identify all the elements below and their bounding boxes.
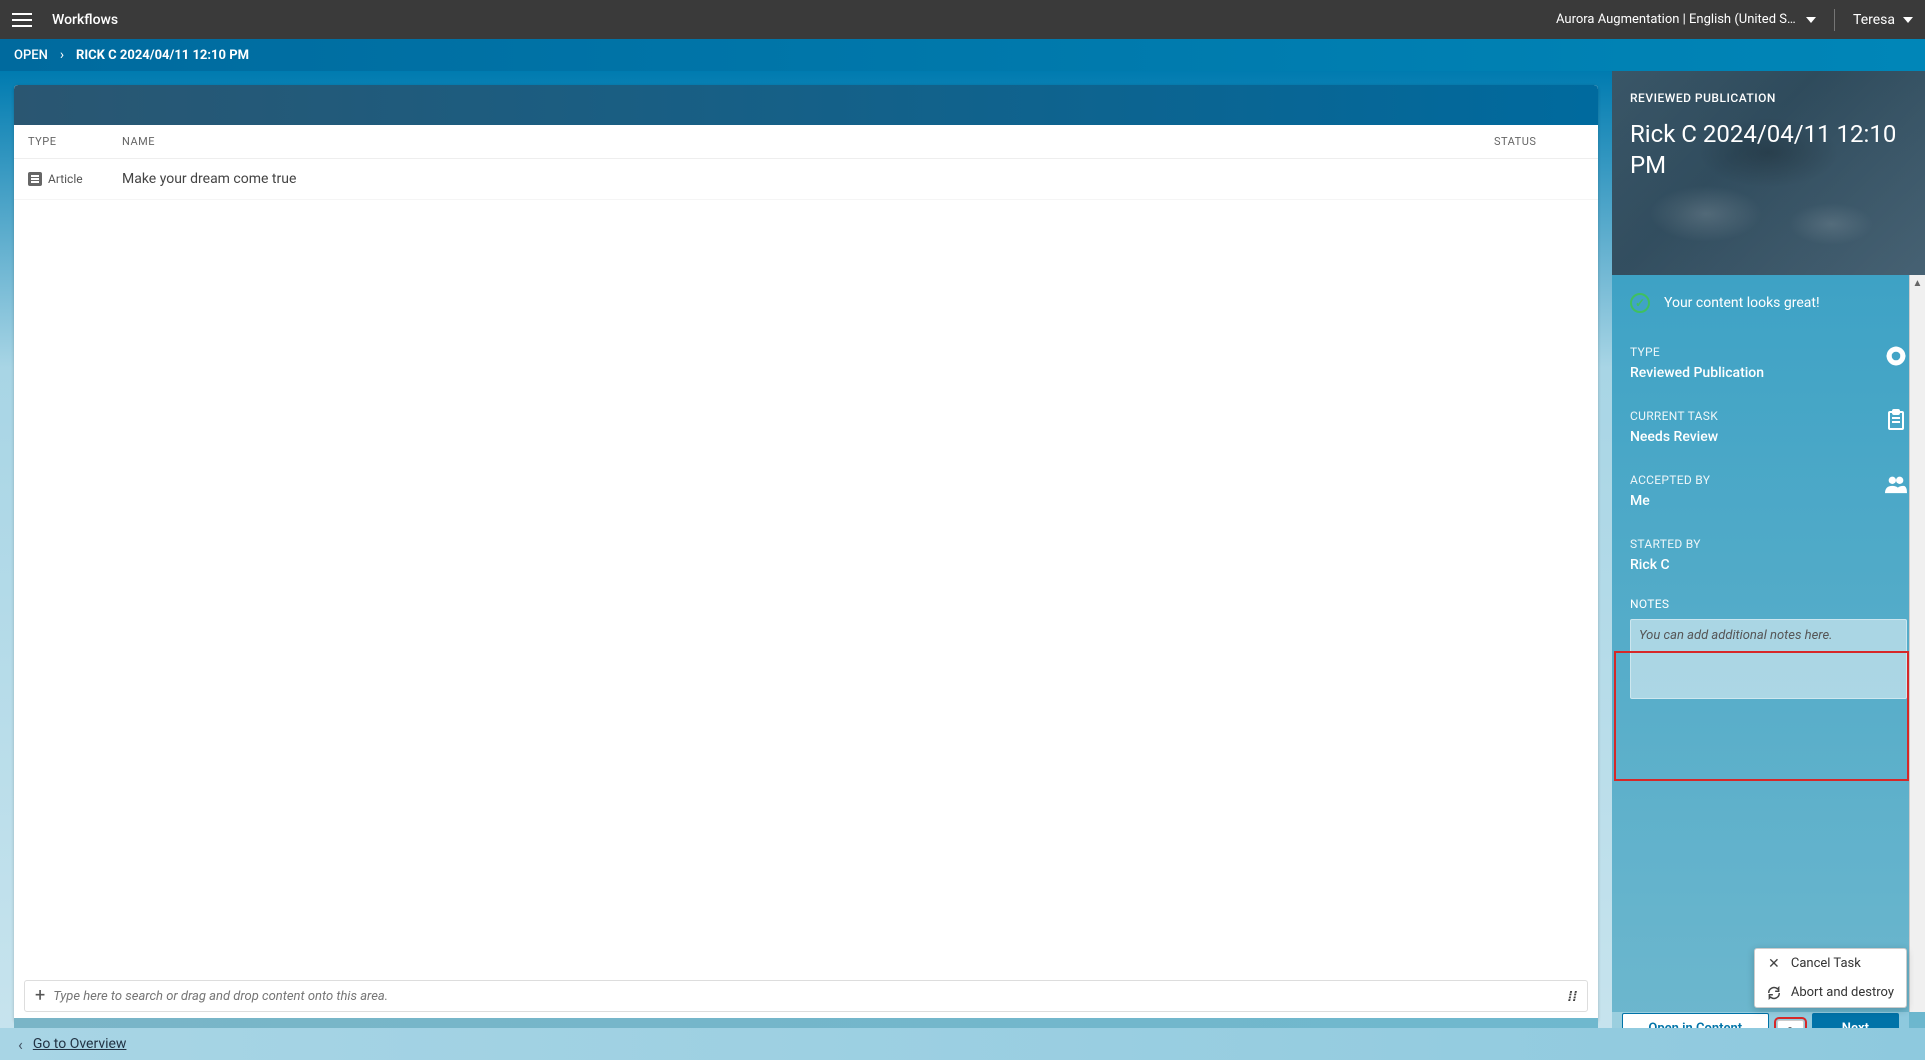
- refresh-icon: [1767, 986, 1781, 1000]
- check-circle-icon: ✓: [1630, 293, 1650, 313]
- task-label: CURRENT TASK: [1630, 409, 1718, 423]
- col-status: STATUS: [1494, 135, 1584, 148]
- table-row[interactable]: Article Make your dream come true: [14, 159, 1598, 200]
- notes-section: NOTES You can add additional notes here.: [1612, 587, 1925, 717]
- accepted-label: ACCEPTED BY: [1630, 473, 1710, 487]
- type-label: TYPE: [1630, 345, 1764, 359]
- breadcrumb-current: RICK C 2024/04/11 12:10 PM: [76, 48, 249, 63]
- detail-type: TYPE Reviewed Publication: [1612, 331, 1925, 395]
- row-type-label: Article: [48, 172, 83, 186]
- search-input[interactable]: [53, 989, 1567, 1004]
- clipboard-icon: [1885, 409, 1907, 431]
- site-selector[interactable]: Aurora Augmentation | English (United St…: [1556, 12, 1816, 27]
- chevron-left-icon[interactable]: ‹: [18, 1035, 23, 1054]
- row-name: Make your dream come true: [122, 171, 1494, 187]
- main-area: TYPE NAME STATUS Article Make your dream…: [0, 71, 1925, 1060]
- plus-icon[interactable]: +: [35, 987, 45, 1005]
- user-label: Teresa: [1853, 12, 1895, 28]
- scroll-up-icon[interactable]: ▲: [1910, 275, 1925, 291]
- close-icon: ✕: [1767, 957, 1781, 971]
- users-icon: [1885, 473, 1907, 495]
- panel-header: [14, 85, 1598, 125]
- detail-task: CURRENT TASK Needs Review: [1612, 395, 1925, 459]
- breadcrumb: OPEN › RICK C 2024/04/11 12:10 PM: [0, 39, 1925, 71]
- notes-label: NOTES: [1630, 597, 1907, 611]
- notes-input[interactable]: You can add additional notes here.: [1630, 619, 1907, 699]
- hero: REVIEWED PUBLICATION Rick C 2024/04/11 1…: [1612, 71, 1925, 275]
- notes-placeholder: You can add additional notes here.: [1639, 628, 1832, 643]
- accepted-value: Me: [1630, 493, 1710, 509]
- article-icon: [28, 172, 42, 186]
- detail-scroll[interactable]: ✓ Your content looks great! TYPE Reviewe…: [1612, 275, 1925, 1060]
- detail-started: STARTED BY Rick C: [1612, 523, 1925, 587]
- col-type: TYPE: [28, 135, 122, 148]
- hero-label: REVIEWED PUBLICATION: [1630, 91, 1907, 105]
- site-label: Aurora Augmentation | English (United St…: [1556, 12, 1798, 27]
- filter-icon[interactable]: ⁞⁞: [1568, 988, 1577, 1005]
- table-body: Article Make your dream come true: [14, 159, 1598, 970]
- scrollbar[interactable]: ▲: [1909, 275, 1925, 1012]
- app-title: Workflows: [52, 12, 118, 28]
- status-message: Your content looks great!: [1664, 295, 1820, 311]
- type-value: Reviewed Publication: [1630, 365, 1764, 381]
- chevron-right-icon: ›: [60, 47, 64, 63]
- content-panel: TYPE NAME STATUS Article Make your dream…: [14, 85, 1598, 1022]
- hero-title: Rick C 2024/04/11 12:10 PM: [1630, 119, 1907, 181]
- status-row: ✓ Your content looks great!: [1612, 275, 1925, 331]
- row-type: Article: [28, 172, 122, 186]
- bottom-bar: ‹ Go to Overview: [0, 1028, 1925, 1060]
- detail-accepted: ACCEPTED BY Me: [1612, 459, 1925, 523]
- detail-sidebar: REVIEWED PUBLICATION Rick C 2024/04/11 1…: [1612, 71, 1925, 1060]
- table-header: TYPE NAME STATUS: [14, 125, 1598, 159]
- breadcrumb-root[interactable]: OPEN: [14, 48, 48, 63]
- menu-abort-destroy[interactable]: Abort and destroy: [1755, 978, 1906, 1007]
- menu-cancel-task[interactable]: ✕ Cancel Task: [1755, 949, 1906, 978]
- task-value: Needs Review: [1630, 429, 1718, 445]
- started-value: Rick C: [1630, 557, 1701, 573]
- search-area[interactable]: + ⁞⁞: [24, 980, 1588, 1012]
- chevron-down-icon: [1903, 17, 1913, 23]
- user-selector[interactable]: Teresa: [1853, 12, 1913, 28]
- left-pane: TYPE NAME STATUS Article Make your dream…: [0, 71, 1612, 1060]
- top-bar: Workflows Aurora Augmentation | English …: [0, 0, 1925, 39]
- chevron-down-icon: [1806, 17, 1816, 23]
- overview-link[interactable]: Go to Overview: [33, 1036, 127, 1052]
- more-menu: ✕ Cancel Task Abort and destroy: [1754, 948, 1907, 1008]
- col-name: NAME: [122, 135, 1494, 148]
- divider: [1834, 9, 1835, 31]
- menu-icon[interactable]: [12, 8, 36, 32]
- menu-abort-label: Abort and destroy: [1791, 985, 1894, 1000]
- menu-cancel-label: Cancel Task: [1791, 956, 1861, 971]
- cycle-icon: [1885, 345, 1907, 367]
- started-label: STARTED BY: [1630, 537, 1701, 551]
